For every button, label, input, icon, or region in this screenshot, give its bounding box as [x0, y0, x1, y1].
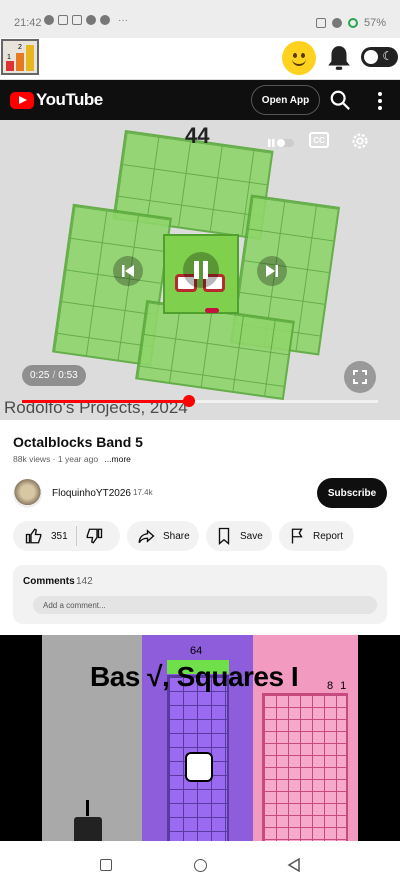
open-app-button[interactable]: Open App: [251, 85, 320, 115]
wifi-icon: [331, 18, 342, 28]
progress-fill: [22, 400, 190, 403]
logo-bar-yellow: [26, 45, 34, 71]
report-button[interactable]: Report: [279, 521, 354, 551]
thumbs-down-icon: [86, 528, 102, 544]
video-player[interactable]: 44 CC 0:25 / 0:53 Rodolfo's Projects, 20…: [0, 120, 400, 420]
more-dots-icon: ···: [118, 15, 128, 26]
system-icons: 57%: [315, 17, 386, 29]
previous-button[interactable]: [113, 256, 143, 286]
comments-heading: Comments: [23, 576, 75, 587]
current-time: 0:25: [30, 370, 50, 381]
dislike-button[interactable]: [85, 527, 103, 545]
save-button[interactable]: Save: [206, 521, 272, 551]
youtube-logo-icon[interactable]: [10, 92, 34, 109]
cloud-icon: [86, 15, 96, 25]
thumb-number-right: 8 1: [327, 680, 349, 692]
notification-icons: ···: [44, 15, 128, 26]
like-divider: [75, 526, 77, 546]
search-icon[interactable]: [329, 89, 351, 111]
back-icon[interactable]: [287, 858, 301, 872]
youtube-brand[interactable]: YouTube: [36, 90, 103, 110]
thumb-character-eyes: [185, 752, 213, 782]
next-video-thumbnail[interactable]: Bas √, Squares I 64 8 1: [0, 635, 400, 841]
progress-bar[interactable]: [22, 395, 378, 407]
more-link[interactable]: ...more: [104, 454, 130, 464]
battery-icon: [347, 18, 358, 28]
share-icon: [138, 529, 155, 544]
thumb-gray-figure: [74, 817, 102, 841]
app-logo[interactable]: 1 2: [1, 39, 39, 75]
pause-icon: [194, 261, 208, 279]
progress-scrubber[interactable]: [183, 395, 196, 407]
like-count: 351: [51, 530, 68, 542]
settings-gear-icon[interactable]: [349, 130, 371, 152]
like-button[interactable]: 351: [13, 527, 68, 545]
subscriber-count: 17.4k: [133, 488, 153, 497]
add-comment-input[interactable]: Add a comment...: [33, 596, 377, 614]
share-button[interactable]: Share: [127, 521, 199, 551]
comments-count: 142: [76, 576, 93, 587]
system-nav-bar: [0, 841, 400, 889]
previous-icon: [122, 265, 134, 277]
save-label: Save: [240, 530, 263, 542]
smiley-icon[interactable]: [282, 41, 316, 75]
thumb-figure-mark: [86, 800, 89, 816]
signal-icon: [315, 18, 326, 28]
mute-icon: [58, 15, 68, 25]
whatsapp-icon: [44, 15, 54, 25]
time-separator: /: [52, 370, 56, 381]
video-meta: 88k views · 1 year ago ...more: [13, 454, 131, 464]
thumb-pink-grid: [262, 693, 348, 841]
next-video-title: Bas √, Squares I: [90, 661, 299, 692]
recent-apps-icon[interactable]: [100, 859, 112, 871]
video-title: Octalblocks Band 5: [13, 434, 143, 450]
video-overlay-count: 44: [185, 123, 210, 148]
comments-section[interactable]: Comments 142 Add a comment...: [13, 565, 387, 624]
subscribe-button[interactable]: Subscribe: [317, 478, 387, 508]
fullscreen-icon: [353, 370, 367, 384]
next-button[interactable]: [257, 256, 287, 286]
thumb-number-left: 64: [190, 645, 203, 657]
time-display: 0:25 / 0:53: [22, 365, 86, 386]
battery-level: 57%: [363, 17, 386, 29]
status-bar: 21:42 ··· 57%: [0, 0, 400, 38]
download-icon: [72, 15, 82, 25]
home-icon[interactable]: [194, 859, 207, 872]
bell-icon[interactable]: [326, 44, 352, 72]
logo-bar-red: [6, 61, 14, 71]
status-time: 21:42: [14, 17, 42, 29]
logo-digit-2: 2: [18, 44, 22, 51]
share-label: Share: [163, 530, 190, 542]
duration: 0:53: [58, 370, 78, 381]
logo-bar-orange: [16, 53, 24, 71]
toggle-knob: [364, 50, 378, 64]
fullscreen-button[interactable]: [344, 361, 376, 393]
moon-icon: ☾: [382, 49, 393, 63]
dark-mode-toggle[interactable]: ☾: [361, 47, 398, 67]
messenger-icon: [100, 15, 110, 25]
pause-button[interactable]: [183, 252, 219, 288]
captions-icon[interactable]: CC: [309, 132, 329, 148]
next-icon: [266, 265, 278, 277]
thumbs-up-icon: [25, 528, 42, 544]
flag-icon: [291, 528, 303, 544]
channel-avatar[interactable]: [13, 479, 42, 508]
logo-digit-1: 1: [7, 54, 11, 61]
views-and-date: 88k views · 1 year ago: [13, 454, 99, 464]
autoplay-toggle-icon[interactable]: [268, 137, 294, 149]
bookmark-icon: [218, 527, 230, 545]
like-dislike-group: 351: [13, 521, 120, 551]
report-label: Report: [313, 530, 344, 542]
channel-name[interactable]: FloquinhoYT2026: [52, 488, 131, 499]
more-vert-icon[interactable]: [372, 90, 388, 112]
